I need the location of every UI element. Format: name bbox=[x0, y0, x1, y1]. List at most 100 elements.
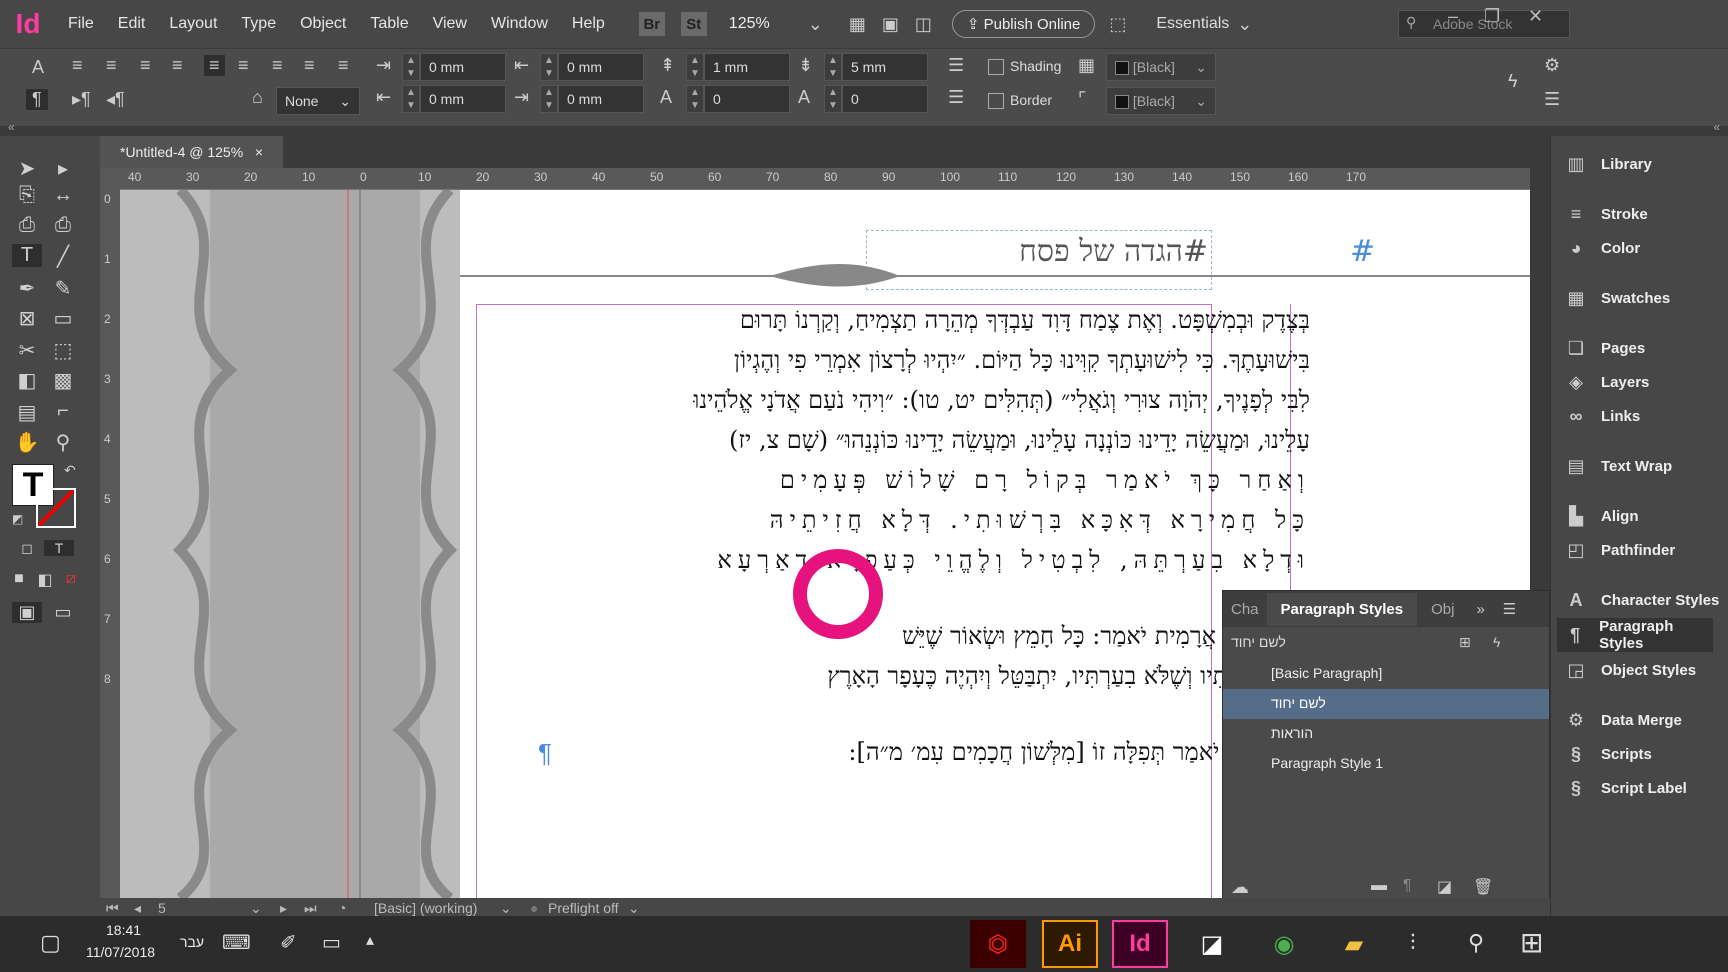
open-page-icon[interactable]: ◔ bbox=[338, 900, 346, 916]
menu-edit[interactable]: Edit bbox=[106, 15, 158, 33]
direct-selection-tool-icon[interactable]: ▸ bbox=[48, 156, 78, 181]
line-tool-icon[interactable]: ╱ bbox=[48, 244, 78, 269]
selection-tool-icon[interactable]: ➤ bbox=[12, 156, 42, 181]
new-group-icon[interactable]: ⊞ bbox=[1459, 634, 1471, 651]
formatting-container-icon[interactable]: ◻ bbox=[12, 540, 42, 557]
justify-all-icon[interactable]: ≡ bbox=[272, 55, 283, 76]
chevron-down-icon[interactable]: ⌄ bbox=[800, 14, 831, 35]
cloud-library-icon[interactable]: ☁ bbox=[1231, 877, 1249, 898]
drop-cap-chars-stepper[interactable]: ▲ ▼ bbox=[824, 85, 842, 113]
search-icon[interactable]: ⚲ bbox=[1468, 930, 1484, 956]
first-line-indent-stepper[interactable]: ▲ ▼ bbox=[402, 85, 420, 113]
last-page-icon[interactable]: ⏭ bbox=[304, 900, 317, 917]
pen-tool-icon[interactable]: ✒ bbox=[12, 276, 42, 301]
indesign-icon[interactable]: Id bbox=[1112, 920, 1168, 968]
panel-stroke[interactable]: ≡ Stroke bbox=[1563, 204, 1648, 225]
justify-center-icon[interactable]: ≡ bbox=[204, 55, 225, 76]
panel-align[interactable]: ▙ Align bbox=[1563, 506, 1638, 527]
panel-text-wrap[interactable]: ▤ Text Wrap bbox=[1563, 456, 1672, 477]
border-swatch-select[interactable]: [Black] ⌄ bbox=[1106, 87, 1216, 115]
shading-checkbox[interactable] bbox=[988, 59, 1004, 75]
justify-left-icon[interactable]: ≡ bbox=[172, 55, 183, 76]
menu-window[interactable]: Window bbox=[479, 15, 560, 33]
sticky-notes-icon[interactable]: ◪ bbox=[1184, 920, 1240, 968]
align-right-icon[interactable]: ≡ bbox=[140, 55, 151, 76]
page-tool-icon[interactable]: ⎘ bbox=[12, 184, 42, 207]
vertical-ruler[interactable]: 0 1 2 3 4 5 6 7 8 bbox=[100, 168, 120, 898]
chevron-down-icon[interactable]: ⌄ bbox=[628, 900, 640, 917]
new-style-icon[interactable]: ◪ bbox=[1437, 877, 1452, 897]
pen-icon[interactable]: ✐ bbox=[280, 930, 297, 955]
stroke-swatch[interactable] bbox=[36, 488, 76, 528]
style-status[interactable]: [Basic] (working) bbox=[374, 900, 477, 916]
panel-layers[interactable]: ◈ Layers bbox=[1563, 372, 1649, 393]
file-explorer-icon[interactable]: ▰ bbox=[1326, 920, 1382, 968]
panel-pages[interactable]: ❏ Pages bbox=[1563, 338, 1645, 359]
gradient-swatch-tool-icon[interactable]: ◧ bbox=[12, 368, 42, 393]
panel-character-styles[interactable]: A Character Styles bbox=[1563, 590, 1720, 611]
drop-cap-lines-field[interactable]: 0 bbox=[704, 85, 790, 113]
screen-mode-normal-icon[interactable]: ▣ bbox=[12, 602, 42, 623]
stock-button[interactable]: St bbox=[680, 12, 707, 36]
first-page-icon[interactable]: ⏮ bbox=[106, 900, 119, 917]
preview-mode-icon[interactable]: ▭ bbox=[48, 602, 78, 623]
menu-layout[interactable]: Layout bbox=[157, 15, 229, 33]
character-controls-icon[interactable]: A bbox=[32, 57, 44, 78]
new-folder-icon[interactable]: ▬ bbox=[1371, 877, 1387, 895]
document-tab[interactable]: *Untitled-4 @ 125% × bbox=[100, 136, 284, 168]
clock-date[interactable]: 11/07/2018 bbox=[86, 944, 155, 960]
scissors-tool-icon[interactable]: ✂ bbox=[12, 338, 42, 363]
left-indent-stepper[interactable]: ▲ ▼ bbox=[402, 53, 420, 81]
paragraph-controls-icon[interactable]: ¶ bbox=[26, 89, 48, 110]
default-colors-icon[interactable]: ◩ bbox=[12, 512, 23, 526]
close-icon[interactable]: ✕ bbox=[1528, 6, 1543, 27]
screen-mode-icon[interactable]: ▣ bbox=[874, 14, 907, 35]
right-indent-field[interactable]: 0 mm bbox=[558, 53, 644, 81]
space-before-stepper[interactable]: ▲ ▼ bbox=[686, 53, 704, 81]
rtl-paragraph-icon[interactable]: ◂¶ bbox=[106, 89, 125, 110]
style-basic-paragraph[interactable]: [Basic Paragraph] bbox=[1223, 659, 1549, 689]
border-settings-icon[interactable]: ⌜ bbox=[1078, 89, 1086, 110]
shading-settings-icon[interactable]: ▦ bbox=[1078, 55, 1095, 76]
panel-script-label[interactable]: § Script Label bbox=[1563, 778, 1687, 799]
view-options-icon[interactable]: ▦ bbox=[841, 14, 874, 35]
first-line-indent-field[interactable]: 0 mm bbox=[420, 85, 506, 113]
apply-none-icon[interactable]: ⧄ bbox=[56, 570, 86, 588]
justify-right-icon[interactable]: ≡ bbox=[238, 55, 249, 76]
border-checkbox[interactable] bbox=[988, 93, 1004, 109]
clear-overrides-icon[interactable]: ¶ bbox=[1403, 877, 1412, 895]
chevron-down-icon[interactable]: ⌄ bbox=[500, 900, 512, 917]
style-leshem-yichud[interactable]: לשם יחוד bbox=[1223, 689, 1549, 719]
type-tool-icon[interactable]: T bbox=[12, 244, 42, 267]
previous-page-icon[interactable]: ◂ bbox=[134, 900, 141, 917]
clock-time[interactable]: 18:41 bbox=[106, 922, 141, 938]
menu-type[interactable]: Type bbox=[229, 15, 288, 33]
bullets-icon[interactable]: ☰ bbox=[948, 55, 964, 76]
drop-cap-lines-stepper[interactable]: ▲ ▼ bbox=[686, 85, 704, 113]
gap-tool-icon[interactable]: ↔ bbox=[48, 184, 78, 207]
input-language[interactable]: עבר bbox=[180, 934, 204, 950]
menu-file[interactable]: File bbox=[56, 15, 106, 33]
panel-menu-icon[interactable]: ☰ bbox=[1503, 600, 1516, 618]
swap-colors-icon[interactable]: ↶ bbox=[64, 462, 76, 479]
acrobat-icon[interactable]: ⏣ bbox=[970, 920, 1026, 968]
eyedropper-tool-icon[interactable]: ⌐ bbox=[48, 400, 78, 423]
tab-paragraph-styles[interactable]: Paragraph Styles bbox=[1266, 592, 1418, 626]
illustrator-icon[interactable]: Ai bbox=[1042, 920, 1098, 968]
content-placer-icon[interactable]: ⎙ bbox=[48, 214, 78, 237]
align-left-icon[interactable]: ≡ bbox=[72, 55, 83, 76]
arrange-documents-icon[interactable]: ◫ bbox=[907, 14, 940, 35]
minimize-icon[interactable]: – bbox=[1448, 6, 1458, 27]
pencil-tool-icon[interactable]: ✎ bbox=[48, 276, 78, 301]
menu-table[interactable]: Table bbox=[358, 15, 420, 33]
align-away-spine-icon[interactable]: ≡ bbox=[338, 55, 349, 76]
panel-data-merge[interactable]: ⚙ Data Merge bbox=[1563, 710, 1682, 731]
quick-apply-icon[interactable]: ϟ bbox=[1508, 71, 1518, 92]
rectangle-frame-tool-icon[interactable]: ⊠ bbox=[12, 306, 42, 331]
windows-start-icon[interactable]: ⊞ bbox=[1520, 926, 1543, 959]
rectangle-tool-icon[interactable]: ▭ bbox=[48, 306, 78, 331]
share-icon[interactable]: ⬚ bbox=[1101, 14, 1134, 35]
drop-cap-chars-field[interactable]: 0 bbox=[842, 85, 928, 113]
chevron-down-icon[interactable]: ⌄ bbox=[1229, 14, 1260, 35]
trash-icon[interactable]: 🗑 bbox=[1473, 877, 1493, 897]
